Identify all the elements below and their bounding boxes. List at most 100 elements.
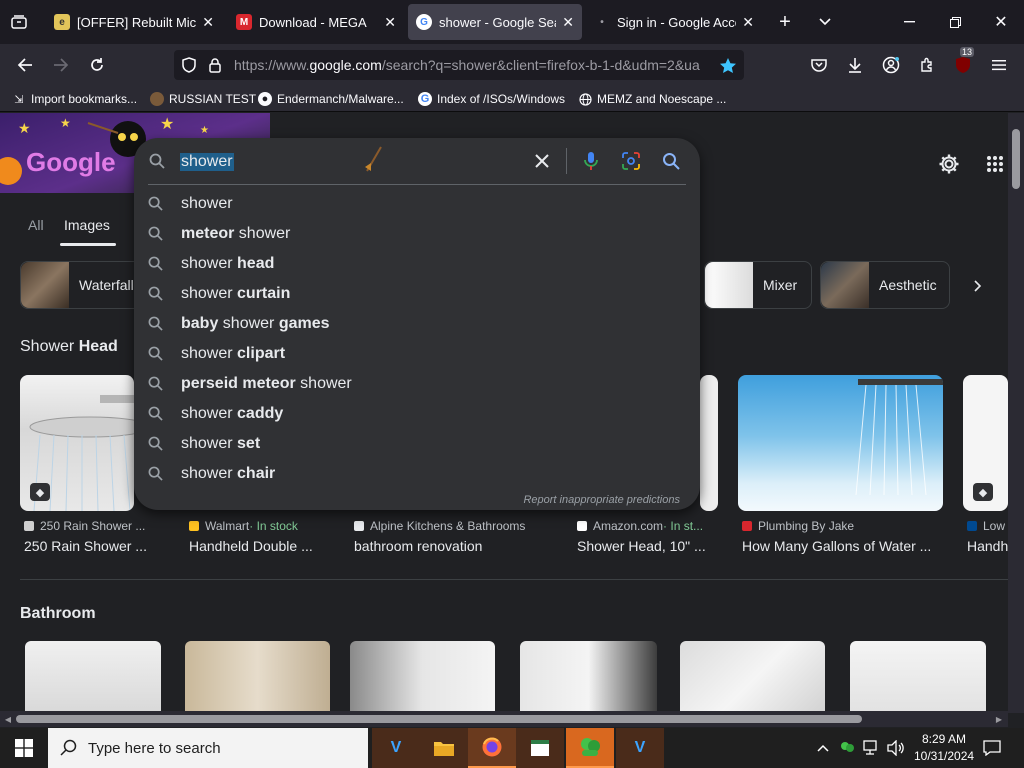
settings-gear-icon[interactable] [936, 151, 962, 177]
tab-sign-in[interactable]: • Sign in - Google Accounts ✕ [586, 4, 762, 40]
result-title[interactable]: Shower Head, 10" ... [577, 538, 717, 554]
bookmark-russian-test[interactable]: RUSSIAN TEST [150, 90, 256, 108]
suggestion-item[interactable]: shower head [134, 249, 700, 279]
taskbar-app-green-character[interactable] [566, 728, 614, 768]
chip-aesthetic[interactable]: Aesthetic [820, 261, 950, 309]
result-title[interactable]: Handh [967, 538, 1008, 554]
result-source[interactable]: Plumbing By Jake [742, 519, 942, 533]
tab-images[interactable]: Images [64, 217, 110, 233]
horizontal-scrollbar[interactable]: ◀ ▶ [0, 711, 1008, 727]
horizontal-scroll-thumb[interactable] [16, 715, 862, 723]
lens-search-icon[interactable] [620, 150, 642, 172]
close-tab-icon[interactable]: ✕ [742, 14, 754, 31]
chip-waterfall[interactable]: Waterfall [20, 261, 148, 309]
suggestion-item[interactable]: shower [134, 189, 700, 219]
suggestion-item[interactable]: meteor shower [134, 219, 700, 249]
report-predictions-link[interactable]: Report inappropriate predictions [523, 494, 680, 506]
new-tab-icon[interactable]: + [774, 11, 796, 33]
result-source[interactable]: Amazon.com · In st... [577, 519, 717, 533]
scroll-right-icon[interactable]: ▶ [994, 714, 1004, 724]
extensions-icon[interactable] [916, 54, 938, 76]
tab-all[interactable]: All [28, 217, 44, 233]
result-source[interactable]: Walmart · In stock [189, 519, 339, 533]
network-icon[interactable] [862, 738, 882, 758]
suggestion-item[interactable]: shower set [134, 429, 700, 459]
clear-search-icon[interactable] [532, 151, 552, 171]
chip-mixer[interactable]: Mixer [704, 261, 812, 309]
hamburger-menu-icon[interactable] [988, 54, 1010, 76]
system-clock[interactable]: 8:29 AM 10/31/2024 [914, 731, 974, 765]
taskbar-app-visual-studio-code[interactable]: V [372, 728, 420, 768]
bookmark-endermanch[interactable]: ● Endermanch/Malware... [258, 90, 404, 108]
taskbar-search-box[interactable]: Type here to search [48, 728, 368, 768]
address-bar[interactable]: https://www.google.com/search?q=shower&c… [174, 50, 744, 80]
taskbar-app-firefox[interactable] [468, 728, 516, 768]
lock-icon[interactable] [206, 56, 224, 74]
tab-google-search[interactable]: G shower - Google Search ✕ [408, 4, 582, 40]
search-icon [148, 466, 163, 486]
bookmark-star-icon[interactable] [718, 55, 738, 75]
image-result[interactable] [850, 641, 986, 713]
close-tab-icon[interactable]: ✕ [202, 14, 214, 31]
bookmark-isos[interactable]: G Index of /ISOs/Windows [418, 90, 565, 108]
image-result[interactable]: ◆ [963, 375, 1008, 511]
image-result[interactable] [350, 641, 495, 713]
image-result[interactable] [738, 375, 943, 511]
reload-icon[interactable] [86, 54, 108, 76]
taskbar-app-notepad[interactable] [516, 728, 564, 768]
chevron-right-icon[interactable] [966, 275, 990, 297]
apps-grid-icon[interactable] [982, 151, 1008, 177]
result-source[interactable]: 250 Rain Shower ... [24, 519, 164, 533]
search-submit-icon[interactable] [660, 150, 682, 172]
result-source[interactable]: Alpine Kitchens & Bathrooms [354, 519, 554, 533]
result-source[interactable]: Low [967, 519, 1008, 533]
suggestion-item[interactable]: shower caddy [134, 399, 700, 429]
result-title[interactable]: Handheld Double ... [189, 538, 339, 554]
url-prefix: https://www. [234, 57, 310, 73]
bookmark-memz[interactable]: MEMZ and Noescape ... [578, 90, 726, 108]
image-result[interactable]: ◆ [20, 375, 134, 511]
search-input[interactable]: shower [180, 153, 234, 171]
image-result[interactable] [25, 641, 161, 713]
tab-overview-icon[interactable] [8, 12, 30, 32]
close-tab-icon[interactable]: ✕ [384, 14, 396, 31]
tab-mega[interactable]: M Download - MEGA ✕ [228, 4, 404, 40]
ublock-origin-icon[interactable]: 13 [952, 47, 975, 76]
close-tab-icon[interactable]: ✕ [562, 14, 574, 31]
suggestion-item[interactable]: shower clipart [134, 339, 700, 369]
suggestion-item[interactable]: shower curtain [134, 279, 700, 309]
downloads-icon[interactable] [844, 54, 866, 76]
taskbar-app-file-explorer[interactable] [420, 728, 468, 768]
scroll-left-icon[interactable]: ◀ [3, 714, 13, 724]
shield-icon[interactable] [180, 56, 198, 74]
result-title[interactable]: 250 Rain Shower ... [24, 538, 164, 554]
image-result[interactable] [680, 641, 825, 713]
result-title[interactable]: How Many Gallons of Water ... [742, 538, 952, 554]
forward-arrow-icon[interactable] [50, 54, 72, 76]
suggestion-item[interactable]: perseid meteor shower [134, 369, 700, 399]
back-arrow-icon[interactable] [14, 54, 36, 76]
suggestion-item[interactable]: baby shower games [134, 309, 700, 339]
vertical-scroll-thumb[interactable] [1012, 129, 1020, 189]
minimize-icon[interactable] [898, 12, 920, 32]
result-title[interactable]: bathroom renovation [354, 538, 554, 554]
account-icon[interactable] [880, 54, 902, 76]
start-button[interactable] [0, 728, 48, 768]
image-result[interactable] [185, 641, 330, 713]
vertical-scrollbar[interactable] [1008, 113, 1024, 713]
show-hidden-icons-icon[interactable] [814, 738, 832, 758]
suggestion-item[interactable]: shower chair [134, 459, 700, 489]
pocket-icon[interactable] [808, 54, 830, 76]
image-result[interactable] [700, 375, 718, 511]
close-window-icon[interactable]: ✕ [990, 12, 1012, 32]
tray-character-icon[interactable] [838, 738, 856, 758]
taskbar-app-visual-studio-code-2[interactable]: V [616, 728, 664, 768]
list-all-tabs-icon[interactable] [814, 12, 836, 32]
tab-offer[interactable]: e [OFFER] Rebuilt Microsoft ✕ [46, 4, 222, 40]
restore-icon[interactable] [944, 12, 966, 32]
notifications-icon[interactable] [982, 738, 1002, 758]
image-result[interactable] [520, 641, 657, 713]
voice-search-icon[interactable] [580, 150, 602, 172]
bookmark-import[interactable]: ⇲ Import bookmarks... [12, 90, 137, 108]
volume-icon[interactable] [886, 738, 906, 758]
